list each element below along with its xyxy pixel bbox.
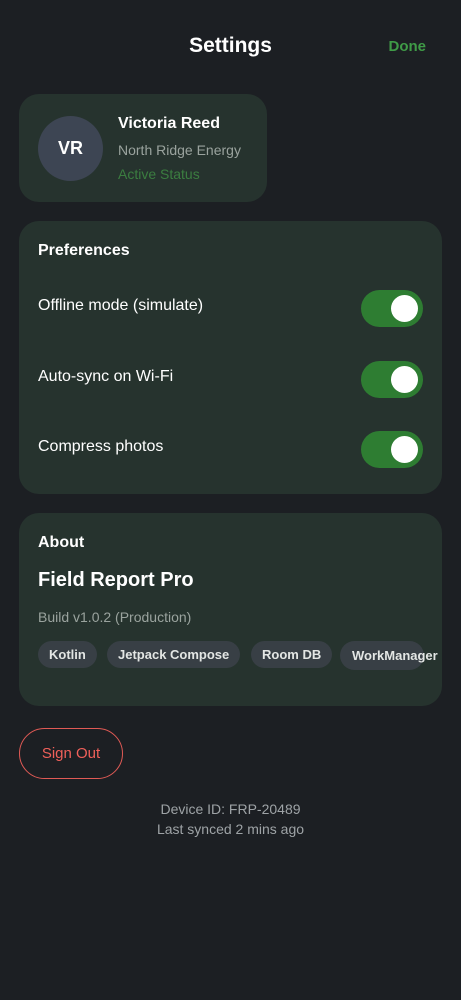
status-badge: Active Status [118, 166, 200, 182]
profile-name: Victoria Reed [118, 115, 220, 132]
auto-sync-toggle[interactable] [361, 361, 423, 398]
last-synced: Last synced 2 mins ago [156, 821, 305, 837]
preferences-card: Preferences Offline mode (simulate) Auto… [19, 221, 442, 494]
pref-label: Offline mode (simulate) [38, 297, 204, 314]
toggle-knob [391, 366, 418, 393]
pref-label: Auto-sync on Wi-Fi [38, 368, 174, 385]
pref-label: Compress photos [38, 438, 164, 455]
profile-card[interactable]: VR Victoria Reed North Ridge Energy Acti… [19, 94, 267, 202]
profile-company: North Ridge Energy [118, 142, 241, 158]
offline-mode-toggle[interactable] [361, 290, 423, 327]
tech-chip-jetpack-compose: Jetpack Compose [107, 641, 241, 668]
tech-chip-workmanager: WorkManager [340, 641, 438, 670]
pref-row-offline-mode: Offline mode (simulate) [19, 287, 442, 327]
build-version: Build v1.0.2 (Production) [38, 609, 192, 625]
device-id: Device ID: FRP-20489 [160, 801, 301, 817]
app-name: Field Report Pro [38, 569, 194, 591]
done-button[interactable]: Done [389, 38, 427, 55]
preferences-heading: Preferences [38, 242, 130, 259]
pref-row-compress-photos: Compress photos [19, 428, 442, 468]
about-card: About Field Report Pro Build v1.0.2 (Pro… [19, 513, 442, 706]
compress-photos-toggle[interactable] [361, 431, 423, 468]
settings-screen: Settings Done VR Victoria Reed North Rid… [0, 0, 461, 1000]
tech-chip-room-db: Room DB [251, 641, 333, 668]
avatar: VR [38, 116, 103, 181]
sign-out-button[interactable]: Sign Out [19, 728, 123, 779]
toggle-knob [391, 436, 418, 463]
about-heading: About [38, 534, 85, 551]
toggle-knob [391, 295, 418, 322]
tech-chip-kotlin: Kotlin [38, 641, 97, 668]
header: Settings Done [0, 0, 461, 94]
pref-row-auto-sync: Auto-sync on Wi-Fi [19, 358, 442, 398]
